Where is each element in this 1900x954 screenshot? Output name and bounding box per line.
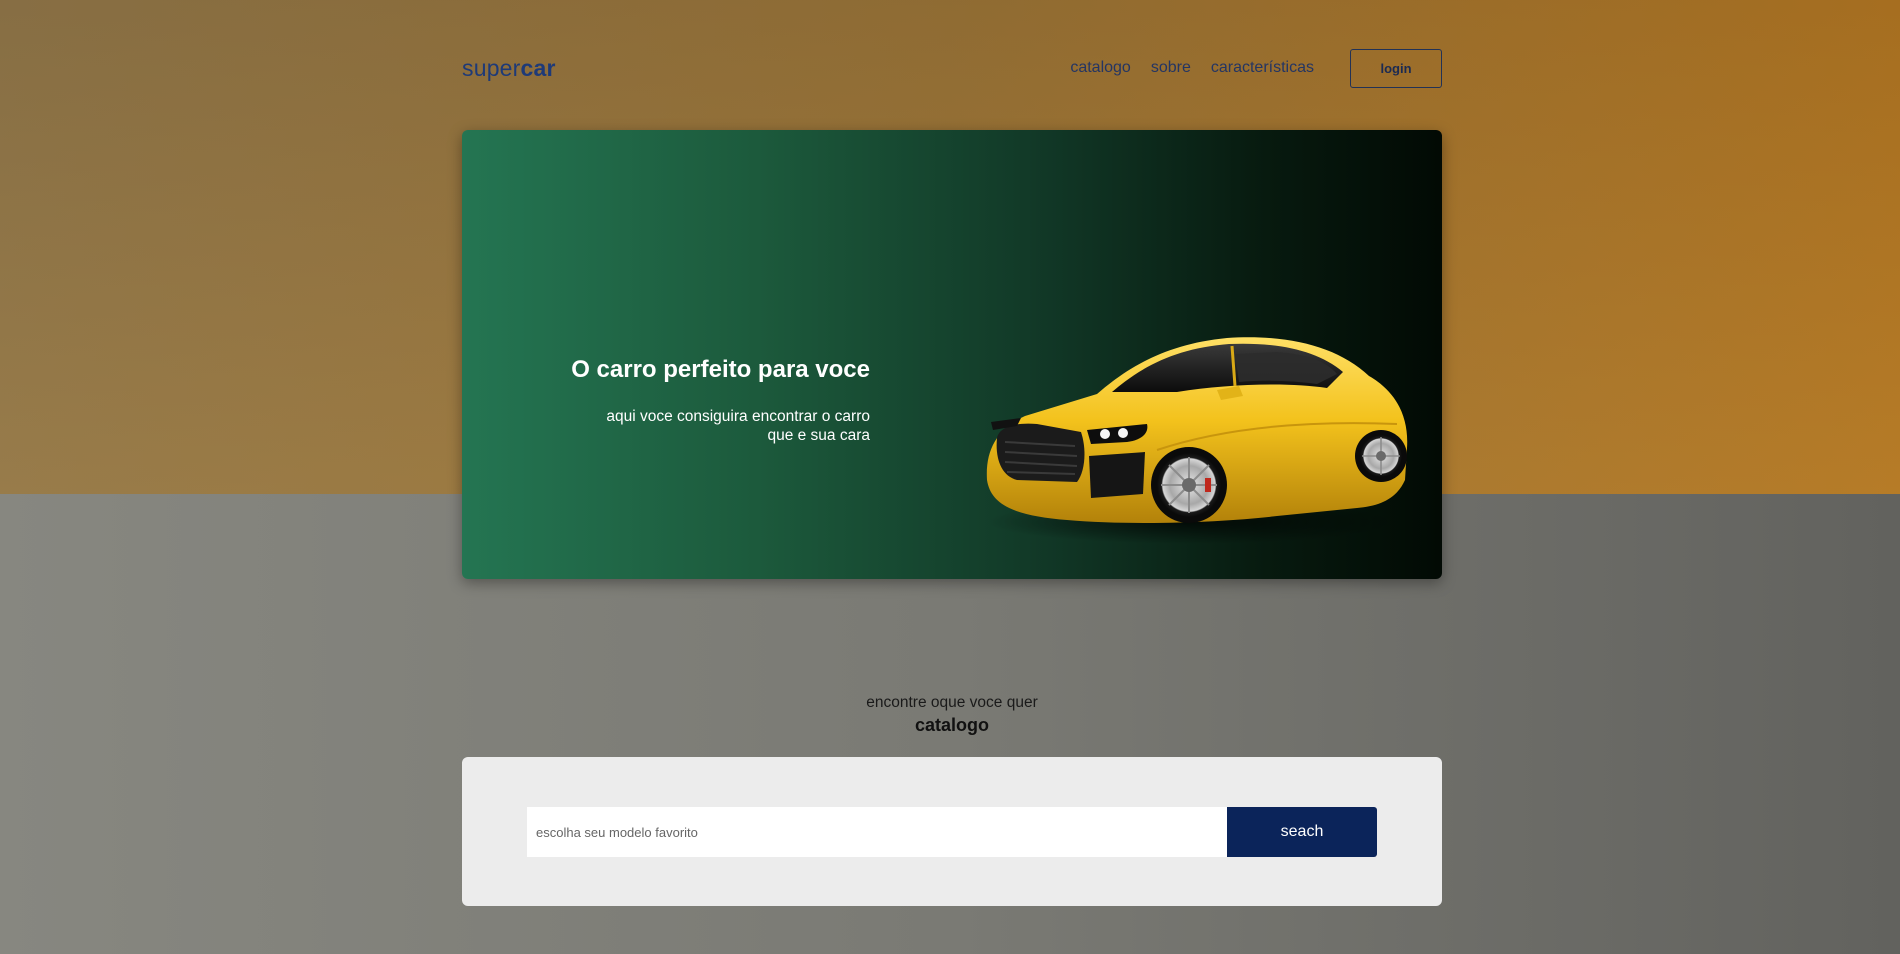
logo[interactable]: supercar	[462, 55, 556, 82]
site-header: supercar catalogo sobre características …	[462, 48, 1442, 88]
hero-text: O carro perfeito para voce aqui voce con…	[510, 356, 870, 445]
hero-subtitle: aqui voce consiguira encontrar o carro q…	[510, 407, 870, 445]
catalog-title: catalogo	[914, 715, 989, 735]
search-card: seach	[462, 757, 1442, 906]
login-button[interactable]: login	[1350, 48, 1442, 88]
yellow-car-image	[986, 337, 1408, 544]
nav-link-sobre[interactable]: sobre	[1151, 59, 1191, 77]
hero-subtitle-line-1: aqui voce consiguira encontrar o carro	[606, 407, 870, 425]
model-search-input[interactable]	[527, 807, 1229, 857]
catalog-heading: encontre oque voce quer catalogo	[462, 694, 1442, 736]
nav-link-caracteristicas[interactable]: características	[1211, 59, 1314, 77]
logo-bold-text: car	[520, 54, 556, 81]
hero-subtitle-line-2: que e sua cara	[767, 426, 870, 444]
logo-light-text: super	[462, 54, 521, 81]
hero-banner: O carro perfeito para voce aqui voce con…	[462, 130, 1442, 579]
catalog-subtitle: encontre oque voce quer	[866, 694, 1038, 711]
hero-title: O carro perfeito para voce	[571, 356, 870, 383]
nav-link-catalogo[interactable]: catalogo	[1070, 59, 1131, 77]
main-nav: catalogo sobre características login	[1070, 48, 1442, 88]
search-button[interactable]: seach	[1227, 807, 1377, 857]
